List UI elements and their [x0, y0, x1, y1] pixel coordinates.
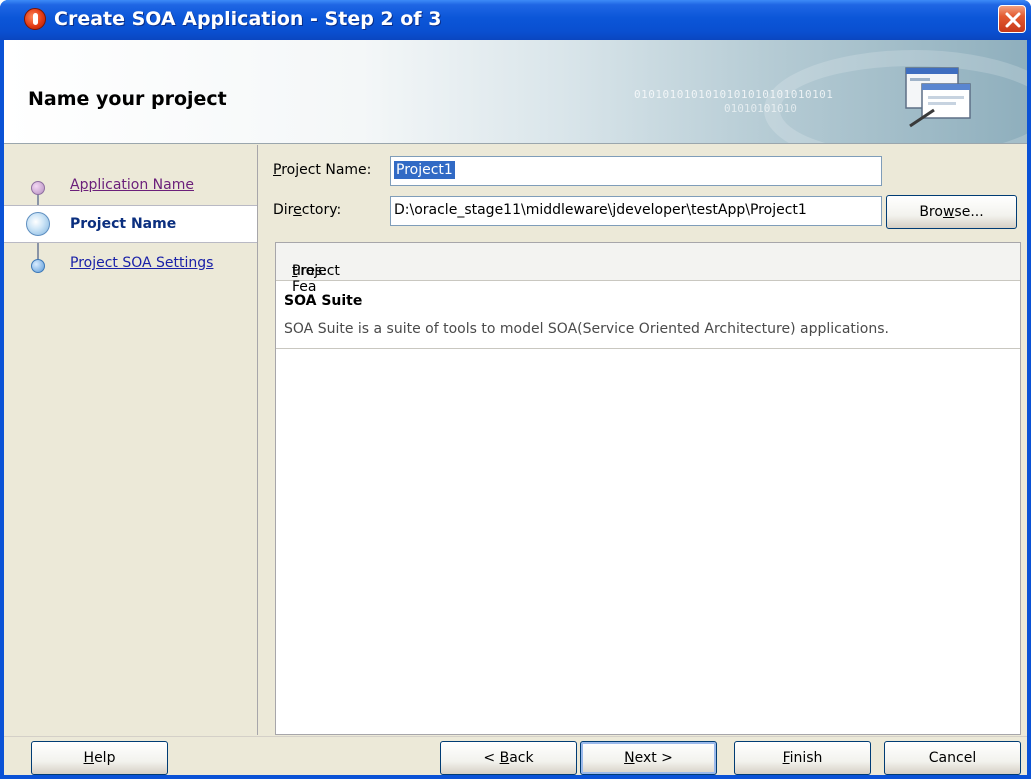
- page-title: Name your project: [28, 88, 227, 110]
- nav-step-label: Project Name: [70, 216, 177, 232]
- features-header: Project Fea t ures:: [276, 243, 1020, 295]
- nav-step-application-name[interactable]: Application Name: [4, 167, 257, 205]
- visited-step-bullet-icon: [31, 181, 45, 195]
- project-name-input[interactable]: Project1: [390, 156, 882, 186]
- cancel-button[interactable]: Cancel: [884, 741, 1021, 775]
- project-features-panel: Project Fea t ures: SOA Suite SOA Suite is…: [275, 242, 1021, 735]
- directory-input[interactable]: D:\oracle_stage11\middleware\jdeveloper\…: [390, 196, 882, 226]
- browse-button[interactable]: Browse...: [886, 195, 1017, 229]
- title-bar[interactable]: Create SOA Application - Step 2 of 3: [0, 0, 1031, 40]
- nav-step-project-name[interactable]: Project Name: [4, 205, 257, 243]
- banner-binary-text: 0101010101010101010101010101: [634, 88, 834, 101]
- nav-step-label[interactable]: Project SOA Settings: [70, 255, 213, 271]
- directory-label: Directory:: [273, 202, 342, 218]
- future-step-bullet-icon: [31, 259, 45, 273]
- finish-button[interactable]: Finish: [734, 741, 871, 775]
- project-name-label: Project Name:: [273, 162, 372, 178]
- back-button[interactable]: < Back: [440, 741, 577, 775]
- wizard-windows-icon: [905, 67, 971, 128]
- feature-description: SOA Suite is a suite of tools to model S…: [284, 321, 889, 337]
- nav-step-project-soa-settings[interactable]: Project SOA Settings: [4, 245, 257, 283]
- close-button[interactable]: [998, 5, 1026, 33]
- help-button[interactable]: Help: [31, 741, 168, 775]
- banner-binary-text-2: 01010101010: [724, 102, 797, 115]
- window-title: Create SOA Application - Step 2 of 3: [54, 8, 442, 30]
- button-bar: Help < Back Next > Finish Cancel: [4, 736, 1027, 775]
- close-icon: [1005, 12, 1021, 28]
- dialog-window: Create SOA Application - Step 2 of 3 010…: [0, 0, 1031, 779]
- feature-title: SOA Suite: [284, 293, 363, 309]
- oracle-app-icon: [24, 8, 46, 30]
- dialog-content: 0101010101010101010101010101 01010101010…: [4, 40, 1027, 775]
- wizard-step-nav: Application Name Project Name Project SO…: [4, 145, 258, 735]
- nav-step-label[interactable]: Application Name: [70, 177, 194, 193]
- current-step-bullet-icon: [26, 212, 50, 236]
- header-banner: 0101010101010101010101010101 01010101010…: [4, 40, 1027, 144]
- feature-item-soa-suite[interactable]: SOA Suite SOA Suite is a suite of tools …: [276, 281, 1020, 349]
- next-button[interactable]: Next >: [580, 741, 717, 775]
